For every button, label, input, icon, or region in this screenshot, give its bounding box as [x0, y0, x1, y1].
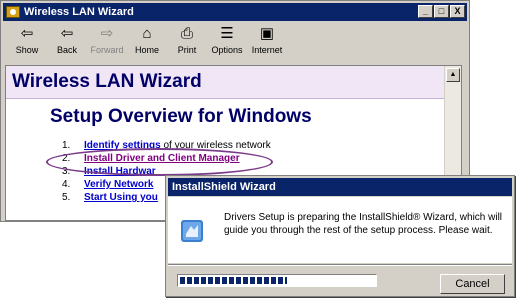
minimize-button[interactable]: _	[418, 5, 433, 18]
show-button[interactable]: ⇦ Show	[7, 22, 47, 55]
banner-title: Wireless LAN Wizard	[12, 71, 202, 92]
installshield-dialog: InstallShield Wizard Drivers Setup is pr…	[165, 175, 515, 297]
step-link-start-using[interactable]: Start Using you	[84, 192, 158, 203]
back-button[interactable]: ⇦ Back	[47, 22, 87, 55]
dialog-separator	[168, 264, 512, 266]
show-label: Show	[15, 45, 39, 55]
window-title-bar[interactable]: Wireless LAN Wizard _ □ X	[3, 3, 467, 21]
window-controls: _ □ X	[418, 5, 465, 18]
scroll-up-icon[interactable]: ▲	[446, 68, 460, 82]
cancel-button[interactable]: Cancel	[440, 274, 505, 294]
step-number: 1.	[62, 140, 71, 151]
step-link-verify-network[interactable]: Verify Network	[84, 179, 153, 190]
close-button[interactable]: X	[450, 5, 465, 18]
header-banner: Wireless LAN Wizard	[6, 66, 445, 99]
home-button[interactable]: ⌂ Home	[127, 22, 167, 55]
internet-label: Internet	[251, 45, 283, 55]
maximize-button[interactable]: □	[434, 5, 449, 18]
step-highlight-ellipse	[46, 148, 273, 176]
back-arrow-icon: ⇦	[60, 25, 74, 42]
show-icon: ⇦	[20, 25, 34, 42]
page-subtitle: Setup Overview for Windows	[50, 106, 312, 127]
dialog-message: Drivers Setup is preparing the InstallSh…	[224, 212, 503, 236]
home-icon: ⌂	[142, 25, 152, 42]
step-number: 4.	[62, 179, 71, 190]
internet-icon: ▣	[259, 25, 275, 42]
setup-progress-bar	[177, 274, 377, 287]
step-number: 5.	[62, 192, 71, 203]
dialog-title[interactable]: InstallShield Wizard	[168, 178, 512, 196]
home-label: Home	[134, 45, 159, 55]
back-label: Back	[56, 45, 77, 55]
options-button[interactable]: ☰ Options	[207, 22, 247, 55]
installshield-icon	[181, 220, 203, 242]
help-toolbar: ⇦ Show ⇦ Back ⇨ Forward ⌂ Home ⎙ Print ☰…	[3, 22, 467, 64]
app-icon	[6, 6, 20, 18]
printer-icon: ⎙	[180, 25, 193, 42]
internet-button[interactable]: ▣ Internet	[247, 22, 287, 55]
forward-label: Forward	[90, 45, 124, 55]
progress-fill	[180, 277, 287, 284]
forward-arrow-icon: ⇨	[100, 25, 114, 42]
print-label: Print	[177, 45, 197, 55]
print-button[interactable]: ⎙ Print	[167, 22, 207, 55]
options-label: Options	[211, 45, 243, 55]
forward-button[interactable]: ⇨ Forward	[87, 22, 127, 55]
options-icon: ☰	[220, 25, 234, 42]
dialog-body: Drivers Setup is preparing the InstallSh…	[168, 197, 512, 263]
window-title: Wireless LAN Wizard	[24, 6, 134, 18]
